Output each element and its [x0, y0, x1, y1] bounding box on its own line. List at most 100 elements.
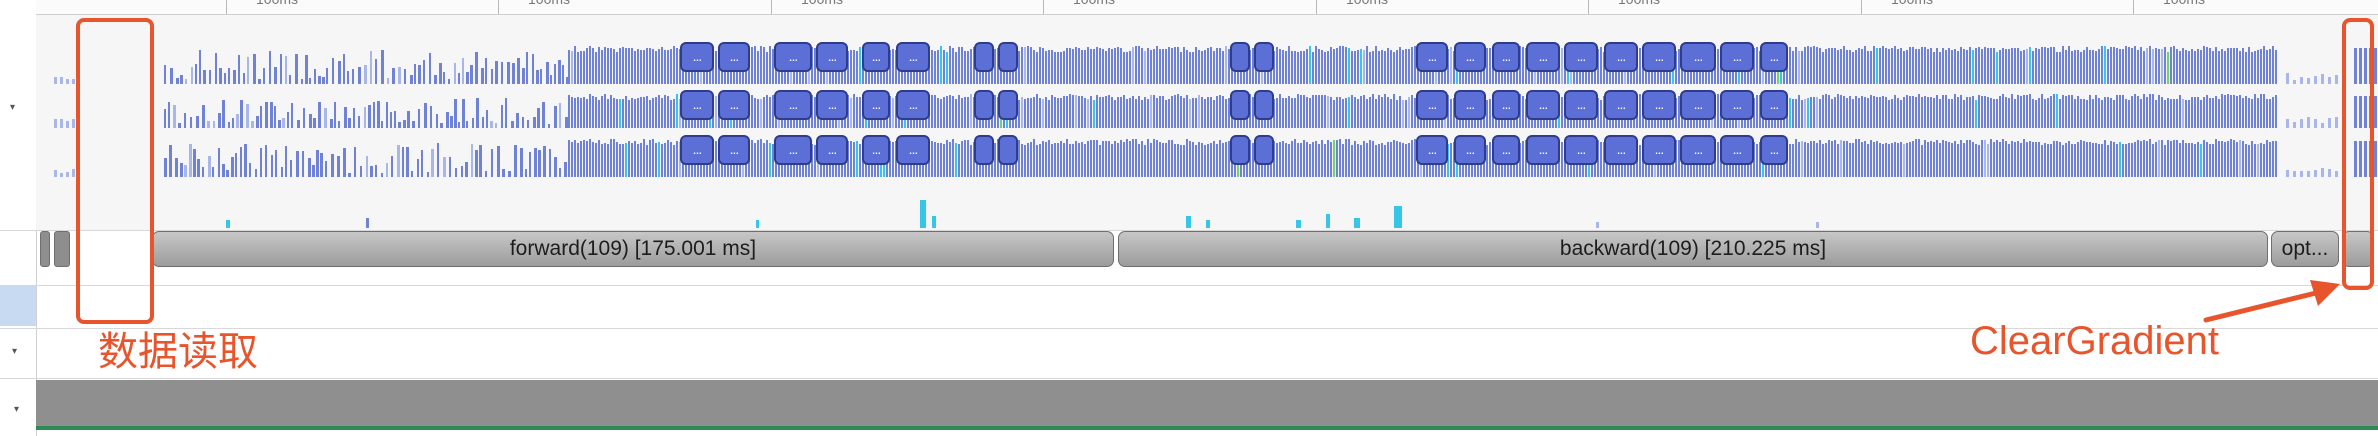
kernel-bar[interactable]	[1129, 97, 1131, 128]
kernel-bar[interactable]	[485, 58, 487, 84]
kernel-bar[interactable]	[1192, 51, 1194, 84]
kernel-bar[interactable]	[1099, 47, 1101, 84]
kernel-cluster[interactable]: ...	[1564, 135, 1598, 165]
kernel-bar[interactable]	[485, 170, 487, 177]
kernel-cluster[interactable]: ...	[1642, 90, 1676, 120]
kernel-bar[interactable]	[1186, 50, 1188, 84]
kernel-bar[interactable]	[303, 107, 305, 128]
kernel-bar[interactable]	[667, 50, 669, 84]
kernel-bar[interactable]	[1024, 99, 1026, 128]
kernel-bar[interactable]	[2083, 99, 2085, 128]
kernel-bar[interactable]	[580, 140, 582, 177]
kernel-bar[interactable]	[326, 67, 328, 84]
kernel-bar[interactable]	[1960, 46, 1962, 84]
kernel-bar[interactable]	[381, 50, 384, 84]
kernel-bar[interactable]	[1162, 96, 1164, 128]
kernel-bar[interactable]	[751, 139, 753, 177]
kernel-bar[interactable]	[397, 144, 400, 177]
kernel-bar[interactable]	[2008, 48, 2010, 84]
kernel-bar[interactable]	[1969, 97, 1971, 128]
kernel-bar[interactable]	[853, 94, 855, 128]
kernel-bar[interactable]	[2242, 140, 2244, 177]
kernel-bar[interactable]	[1849, 50, 1851, 84]
kernel-bar[interactable]	[2104, 96, 2106, 128]
kernel-bar[interactable]	[1369, 96, 1371, 128]
kernel-bar[interactable]	[592, 142, 594, 177]
kernel-bar[interactable]	[1897, 49, 1899, 84]
kernel-bar[interactable]	[1120, 139, 1122, 177]
kernel-bar[interactable]	[1408, 48, 1410, 84]
kernel-cluster[interactable]: ...	[1680, 42, 1716, 72]
kernel-bar[interactable]	[760, 139, 762, 177]
kernel-bar[interactable]	[1081, 142, 1083, 177]
kernel-bar[interactable]	[249, 163, 251, 177]
kernel-bar[interactable]	[2071, 143, 2073, 177]
kernel-bar[interactable]	[1909, 95, 1911, 128]
kernel-bar[interactable]	[1798, 94, 1800, 128]
kernel-bar[interactable]	[2194, 96, 2196, 128]
kernel-bar[interactable]	[856, 50, 858, 84]
kernel-bar[interactable]	[471, 143, 473, 177]
kernel-bar[interactable]	[1819, 139, 1821, 177]
kernel-bar[interactable]	[943, 97, 945, 128]
kernel-bar[interactable]	[260, 147, 262, 177]
kernel-bar[interactable]	[850, 98, 852, 128]
kernel-bar[interactable]	[1792, 144, 1794, 177]
kernel-bar[interactable]	[1981, 96, 1983, 128]
kernel-bar[interactable]	[1093, 139, 1095, 177]
kernel-bar[interactable]	[2272, 46, 2274, 84]
kernel-bar[interactable]	[2185, 50, 2187, 84]
kernel-cluster[interactable]: ...	[1564, 42, 1598, 72]
kernel-cluster[interactable]	[998, 135, 1018, 165]
kernel-bar[interactable]	[2020, 142, 2022, 177]
kernel-bar[interactable]	[577, 96, 579, 128]
kernel-bar[interactable]	[2260, 94, 2262, 128]
kernel-bar[interactable]	[2176, 99, 2178, 128]
kernel-bar[interactable]	[2233, 48, 2235, 84]
kernel-bar[interactable]	[353, 108, 355, 128]
kernel-bar[interactable]	[1834, 47, 1836, 84]
kernel-bar[interactable]	[2185, 142, 2187, 177]
kernel-bar[interactable]	[1942, 140, 1944, 177]
kernel-bar[interactable]	[224, 73, 226, 84]
kernel-bar[interactable]	[2158, 140, 2160, 177]
kernel-cluster[interactable]: ...	[1642, 135, 1676, 165]
kernel-bar[interactable]	[495, 61, 498, 84]
kernel-bar[interactable]	[2131, 96, 2133, 128]
kernel-bar[interactable]	[347, 70, 349, 84]
kernel-cluster[interactable]: ...	[816, 42, 848, 72]
kernel-bar[interactable]	[455, 167, 457, 177]
kernel-bar[interactable]	[601, 143, 603, 177]
kernel-bar[interactable]	[1378, 50, 1380, 84]
kernel-bar[interactable]	[2107, 96, 2109, 128]
kernel-bar[interactable]	[2053, 141, 2055, 177]
kernel-bar[interactable]	[2314, 169, 2317, 177]
kernel-bar[interactable]	[667, 96, 669, 128]
kernel-bar[interactable]	[226, 220, 230, 228]
kernel-bar[interactable]	[955, 142, 957, 177]
kernel-bar[interactable]	[1939, 99, 1941, 128]
kernel-bar[interactable]	[497, 146, 500, 177]
kernel-bar[interactable]	[1201, 51, 1203, 84]
kernel-bar[interactable]	[2286, 72, 2289, 84]
kernel-bar[interactable]	[946, 51, 948, 84]
kernel-bar[interactable]	[2128, 143, 2130, 177]
kernel-cluster[interactable]: ...	[774, 90, 812, 120]
kernel-bar[interactable]	[676, 94, 678, 128]
kernel-bar[interactable]	[2125, 144, 2127, 177]
kernel-bar[interactable]	[1984, 46, 1986, 84]
kernel-bar[interactable]	[1855, 50, 1857, 84]
kernel-bar[interactable]	[931, 95, 933, 128]
kernel-bar[interactable]	[1963, 99, 1965, 128]
kernel-bar[interactable]	[1900, 99, 1902, 128]
kernel-bar[interactable]	[958, 95, 960, 128]
kernel-bar[interactable]	[548, 123, 550, 128]
kernel-bar[interactable]	[1828, 140, 1830, 177]
kernel-bar[interactable]	[1219, 48, 1221, 84]
forward-event[interactable]: forward(109) [175.001 ms]	[152, 231, 1114, 267]
kernel-bar[interactable]	[1951, 98, 1953, 128]
kernel-bar[interactable]	[287, 112, 289, 128]
kernel-bar[interactable]	[170, 67, 173, 84]
kernel-bar[interactable]	[2029, 140, 2031, 177]
kernel-bar[interactable]	[610, 94, 612, 128]
